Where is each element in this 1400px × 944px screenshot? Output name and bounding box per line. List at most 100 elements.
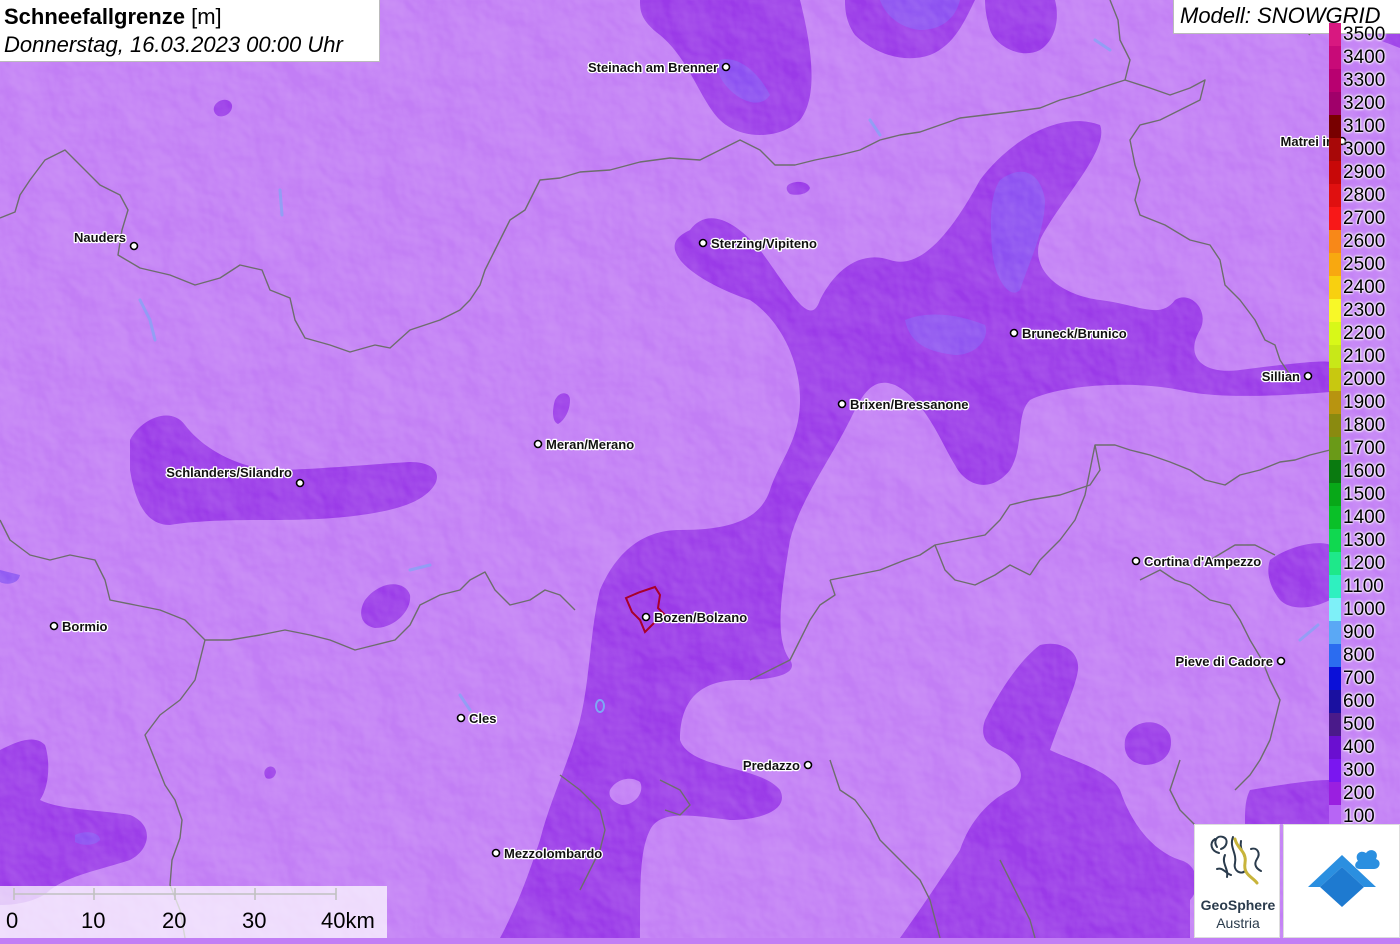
legend-swatch	[1329, 575, 1341, 598]
city-label: Matrei in	[1281, 134, 1335, 149]
scale-label-0: 0	[6, 908, 19, 933]
city-label: Steinach am Brenner	[588, 60, 718, 75]
legend-label: 1200	[1343, 553, 1386, 574]
city-label: Brixen/Bressanone	[850, 397, 969, 412]
legend-swatch	[1329, 92, 1341, 115]
legend-label: 3100	[1343, 116, 1386, 137]
legend-item: 2000	[1328, 368, 1400, 391]
legend-swatch	[1329, 713, 1341, 736]
legend-item: 1700	[1328, 437, 1400, 460]
geosphere-name: GeoSphere	[1200, 897, 1276, 913]
legend-label: 3200	[1343, 93, 1386, 114]
geosphere-sub: Austria	[1216, 915, 1260, 931]
legend-label: 1800	[1343, 415, 1386, 436]
legend-label: 2300	[1343, 300, 1386, 321]
legend-swatch	[1329, 276, 1341, 299]
legend-item: 2300	[1328, 299, 1400, 322]
legend-swatch	[1329, 667, 1341, 690]
legend-label: 1600	[1343, 461, 1386, 482]
legend-item: 500	[1328, 713, 1400, 736]
legend-swatch	[1329, 782, 1341, 805]
legend-swatch	[1329, 368, 1341, 391]
legend-swatch	[1329, 299, 1341, 322]
map-title-text: Schneefallgrenze	[4, 4, 185, 29]
city-dot	[1131, 556, 1141, 566]
map-title: Schneefallgrenze [m]	[4, 3, 375, 31]
legend-label: 2200	[1343, 323, 1386, 344]
legend-swatch	[1329, 230, 1341, 253]
legend-swatch	[1329, 690, 1341, 713]
legend-swatch	[1329, 345, 1341, 368]
legend-item: 3100	[1328, 115, 1400, 138]
city-label: Meran/Merano	[546, 437, 634, 452]
legend-label: 1000	[1343, 599, 1386, 620]
legend-item: 2600	[1328, 230, 1400, 253]
legend-item: 2200	[1328, 322, 1400, 345]
legend-item: 900	[1328, 621, 1400, 644]
legend-label: 2600	[1343, 231, 1386, 252]
legend-label: 800	[1343, 645, 1375, 666]
legend-label: 700	[1343, 668, 1375, 689]
legend-label: 1100	[1343, 576, 1384, 597]
legend-item: 2100	[1328, 345, 1400, 368]
legend-swatch	[1329, 138, 1341, 161]
legend-item: 700	[1328, 667, 1400, 690]
city-marker[interactable]: Sterzing/Vipiteno	[698, 235, 818, 252]
city-marker[interactable]: Bozen/Bolzano	[641, 609, 749, 626]
legend-label: 2800	[1343, 185, 1386, 206]
legend-label: 2000	[1343, 369, 1386, 390]
city-marker[interactable]: Steinach am Brenner	[587, 59, 731, 76]
legend-swatch	[1329, 736, 1341, 759]
legend-label: 2400	[1343, 277, 1386, 298]
city-dot	[698, 238, 708, 248]
city-label: Sillian	[1262, 369, 1300, 384]
city-dot	[837, 399, 847, 409]
legend-label: 2900	[1343, 162, 1386, 183]
city-marker[interactable]: Cortina d'Ampezzo	[1131, 553, 1263, 570]
city-marker[interactable]: Mezzolombardo	[491, 845, 604, 862]
city-dot	[641, 612, 651, 622]
city-marker[interactable]: Bruneck/Brunico	[1009, 325, 1128, 342]
city-marker[interactable]: Brixen/Bressanone	[837, 396, 970, 413]
legend-label: 900	[1343, 622, 1375, 643]
legend-swatch	[1329, 322, 1341, 345]
legend-item: 1400	[1328, 506, 1400, 529]
legend-item: 300	[1328, 759, 1400, 782]
legend-item: 2400	[1328, 276, 1400, 299]
snowfall-limit-map[interactable]: Steinach am Brenner Matrei in Nauders Sterz…	[0, 0, 1400, 938]
city-label: Schlanders/Silandro	[166, 465, 292, 480]
city-label: Cles	[469, 711, 496, 726]
legend-item: 3200	[1328, 92, 1400, 115]
legend-item: 3500	[1328, 23, 1400, 46]
city-label: Bruneck/Brunico	[1022, 326, 1127, 341]
geosphere-logo[interactable]: GeoSphere Austria	[1194, 824, 1280, 938]
legend-label: 2700	[1343, 208, 1386, 229]
app-logo[interactable]	[1283, 824, 1400, 938]
map-title-unit: [m]	[191, 4, 222, 29]
city-label: Nauders	[74, 230, 126, 245]
house-snow-icon	[1308, 850, 1380, 907]
legend-swatch	[1329, 161, 1341, 184]
legend-swatch	[1329, 506, 1341, 529]
city-dot	[295, 478, 305, 488]
city-label: Cortina d'Ampezzo	[1144, 554, 1261, 569]
scale-label-10: 10	[81, 908, 106, 933]
city-label: Predazzo	[743, 758, 800, 773]
legend-item: 800	[1328, 644, 1400, 667]
legend-swatch	[1329, 598, 1341, 621]
map-datetime: Donnerstag, 16.03.2023 00:00 Uhr	[4, 32, 343, 57]
legend-swatch	[1329, 253, 1341, 276]
legend-swatch	[1329, 184, 1341, 207]
city-marker[interactable]: Meran/Merano	[533, 436, 635, 453]
city-dot	[803, 760, 813, 770]
map-title-box: Schneefallgrenze [m] Donnerstag, 16.03.2…	[0, 0, 380, 62]
legend-label: 200	[1343, 783, 1375, 804]
legend-label: 1300	[1343, 530, 1386, 551]
legend-item: 1800	[1328, 414, 1400, 437]
city-marker[interactable]: Pieve di Cadore	[1174, 653, 1286, 670]
legend-item: 1100	[1328, 575, 1400, 598]
legend-label: 1500	[1343, 484, 1386, 505]
city-dot	[456, 713, 466, 723]
legend-label: 500	[1343, 714, 1375, 735]
legend-item: 2900	[1328, 161, 1400, 184]
